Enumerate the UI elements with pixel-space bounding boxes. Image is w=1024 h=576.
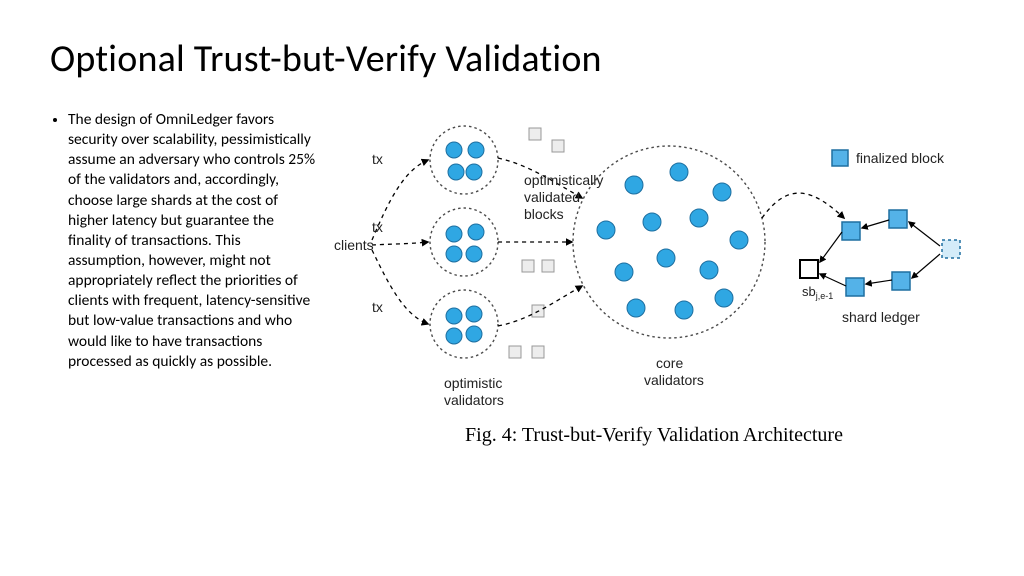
- optimistic-validators-group: [430, 126, 498, 358]
- label-core-l1: core: [656, 355, 683, 371]
- slide-title: Optional Trust-but-Verify Validation: [50, 36, 974, 82]
- shard-ledger: [800, 210, 960, 296]
- slide-body: The design of OmniLedger favors security…: [50, 110, 974, 447]
- future-block: [942, 240, 960, 258]
- label-core-l2: validators: [644, 372, 704, 388]
- architecture-diagram: tx tx clients tx optimistically validate…: [334, 110, 974, 410]
- label-tx: tx: [372, 151, 383, 167]
- bullet-item: The design of OmniLedger favors security…: [68, 110, 316, 372]
- diagram-column: tx tx clients tx optimistically validate…: [334, 110, 974, 447]
- label-tx: tx: [372, 219, 383, 235]
- label-sb: sbj,e-1: [802, 284, 833, 301]
- label-clients: clients: [334, 237, 374, 253]
- core-to-ledger-arrow: [762, 193, 844, 218]
- core-validator-nodes: [597, 163, 748, 319]
- bullet-column: The design of OmniLedger favors security…: [50, 110, 316, 372]
- label-tx: tx: [372, 299, 383, 315]
- label-opt-blocks-l3: blocks: [524, 206, 564, 222]
- label-shard-ledger: shard ledger: [842, 309, 920, 325]
- label-opt-val-l2: validators: [444, 392, 504, 408]
- sb-block: [800, 260, 818, 278]
- figure-caption: Fig. 4: Trust-but-Verify Validation Arch…: [334, 424, 974, 447]
- label-opt-blocks-l1: optimistically: [524, 172, 603, 188]
- label-opt-val-l1: optimistic: [444, 375, 502, 391]
- label-opt-blocks-l2: validated: [524, 189, 580, 205]
- slide: Optional Trust-but-Verify Validation The…: [0, 0, 1024, 576]
- finalized-block-icon: [832, 150, 848, 166]
- label-finalized: finalized block: [856, 150, 945, 166]
- grey-blocks: [509, 128, 564, 358]
